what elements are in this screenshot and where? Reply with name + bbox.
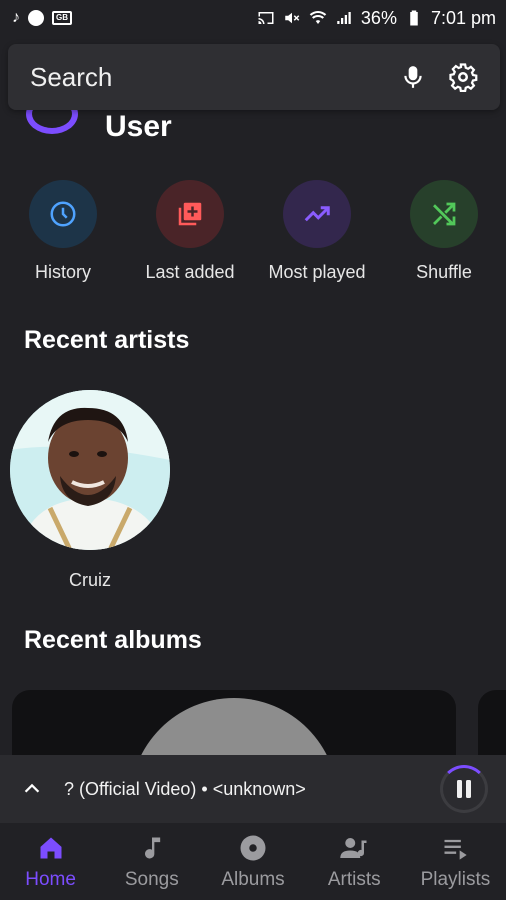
settings-button[interactable]: [438, 52, 488, 102]
last-added-button[interactable]: [156, 180, 224, 248]
shortcut-most-played[interactable]: Most played: [254, 180, 380, 283]
shuffle-icon: [433, 202, 456, 226]
history-button[interactable]: [29, 180, 97, 248]
cast-icon: [258, 12, 274, 24]
shortcut-row: History Last added Most played Shuffle: [0, 180, 506, 290]
gear-icon: [449, 63, 478, 92]
artist-portrait-image: [10, 390, 170, 550]
library-add-icon: [178, 202, 202, 226]
user-name: User: [105, 110, 172, 143]
mic-button[interactable]: [388, 52, 438, 102]
artist-name: Cruiz: [68, 570, 111, 590]
shortcut-label: Shuffle: [416, 262, 472, 282]
wifi-icon: [309, 10, 327, 24]
nav-label: Home: [25, 868, 76, 890]
nav-playlists[interactable]: Playlists: [405, 823, 506, 900]
music-note-icon: [144, 837, 160, 858]
battery-icon: [410, 10, 418, 26]
shortcut-label: Last added: [145, 262, 235, 282]
music-note-icon: ♪: [12, 9, 20, 26]
search-input[interactable]: Search: [30, 62, 388, 93]
nav-label: Playlists: [420, 868, 491, 890]
recent-artists-title: Recent artists: [24, 326, 190, 354]
battery-percent: 36%: [360, 7, 397, 28]
status-right: 36% 7:01 pm: [257, 8, 496, 29]
pause-button[interactable]: [440, 765, 488, 813]
shortcut-last-added[interactable]: Last added: [127, 180, 253, 283]
artist-card[interactable]: Cruiz: [10, 390, 170, 591]
pause-icon: [457, 780, 471, 798]
nav-songs[interactable]: Songs: [101, 823, 202, 900]
artist-icon: [340, 837, 367, 858]
bottom-navigation: Home Songs Albums Artists Playlists: [0, 823, 506, 900]
mute-icon: [285, 12, 300, 24]
mini-player[interactable]: ? (Official Video) • <unknown>: [0, 755, 506, 823]
nav-label: Artists: [327, 868, 381, 890]
recent-albums-title: Recent albums: [24, 626, 202, 654]
shuffle-button[interactable]: [410, 180, 478, 248]
album-icon: [240, 835, 266, 860]
signal-icon: [337, 12, 351, 24]
nav-albums[interactable]: Albums: [202, 823, 303, 900]
shortcut-history[interactable]: History: [0, 180, 126, 283]
shortcut-label: Most played: [268, 262, 366, 282]
artist-photo: [10, 390, 170, 550]
playlist-icon: [444, 839, 468, 860]
status-left: ♪ GB: [12, 9, 72, 27]
strava-icon: [28, 10, 44, 26]
nav-label: Albums: [221, 868, 285, 890]
mic-icon: [404, 66, 422, 88]
status-bar: ♪ GB 36% 7:01 pm: [0, 0, 506, 36]
shortcut-shuffle[interactable]: Shuffle: [381, 180, 506, 283]
nav-label: Songs: [124, 868, 179, 890]
nav-home[interactable]: Home: [0, 823, 101, 900]
most-played-button[interactable]: [283, 180, 351, 248]
search-bar[interactable]: Search: [8, 44, 500, 110]
clock-icon: [50, 201, 76, 227]
expand-player-button[interactable]: [0, 755, 64, 823]
nav-artists[interactable]: Artists: [304, 823, 405, 900]
now-playing-title: ? (Official Video) • <unknown>: [64, 778, 306, 799]
home-icon: [40, 837, 62, 858]
clock-time: 7:01 pm: [430, 7, 496, 28]
shortcut-label: History: [34, 262, 91, 282]
chevron-up-icon: [24, 783, 40, 793]
gallery-icon: GB: [52, 11, 72, 25]
trending-up-icon: [304, 206, 330, 222]
